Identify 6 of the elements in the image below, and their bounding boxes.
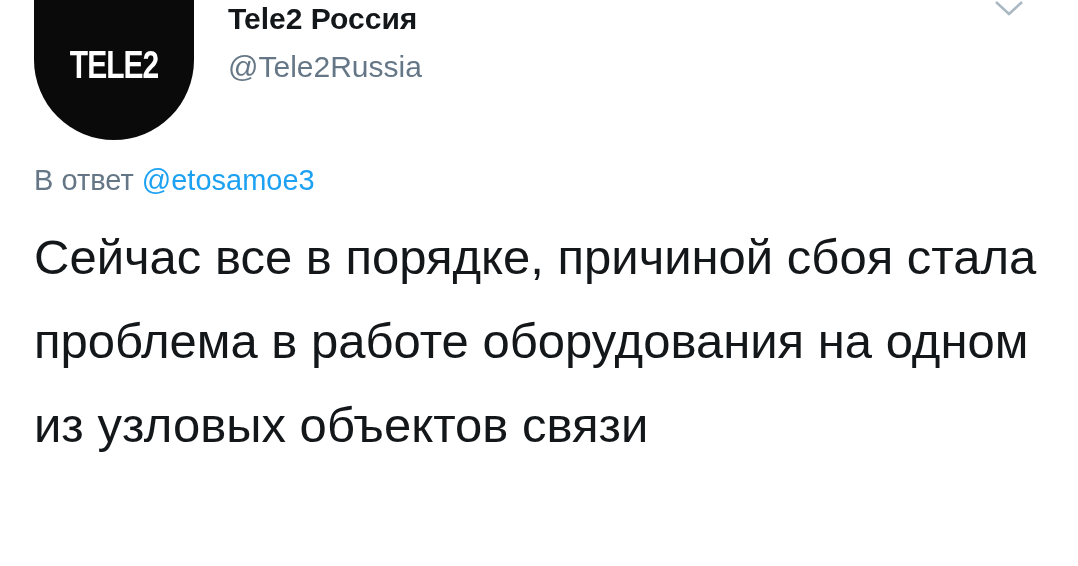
- chevron-icon[interactable]: [994, 0, 1024, 16]
- avatar-logo[interactable]: TELE2: [34, 0, 194, 140]
- reply-label: В ответ: [34, 164, 134, 196]
- tweet-text: Сейчас все в порядке, причиной сбоя стала проблема в работе оборудования на одном из узловых объектов связи: [34, 229, 1038, 454]
- author-name[interactable]: Tele2 Россия: [228, 2, 422, 36]
- author-handle[interactable]: @Tele2Russia: [228, 50, 422, 84]
